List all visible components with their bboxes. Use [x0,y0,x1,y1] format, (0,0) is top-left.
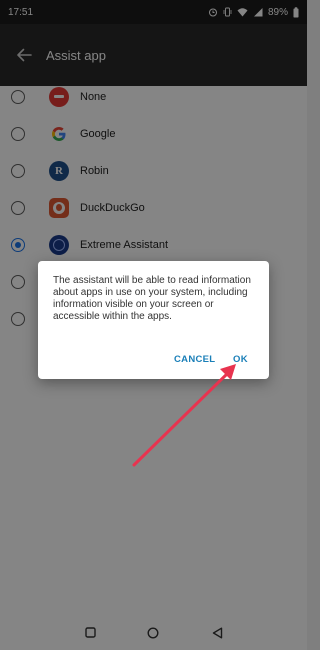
annotation-arrow [132,364,236,467]
